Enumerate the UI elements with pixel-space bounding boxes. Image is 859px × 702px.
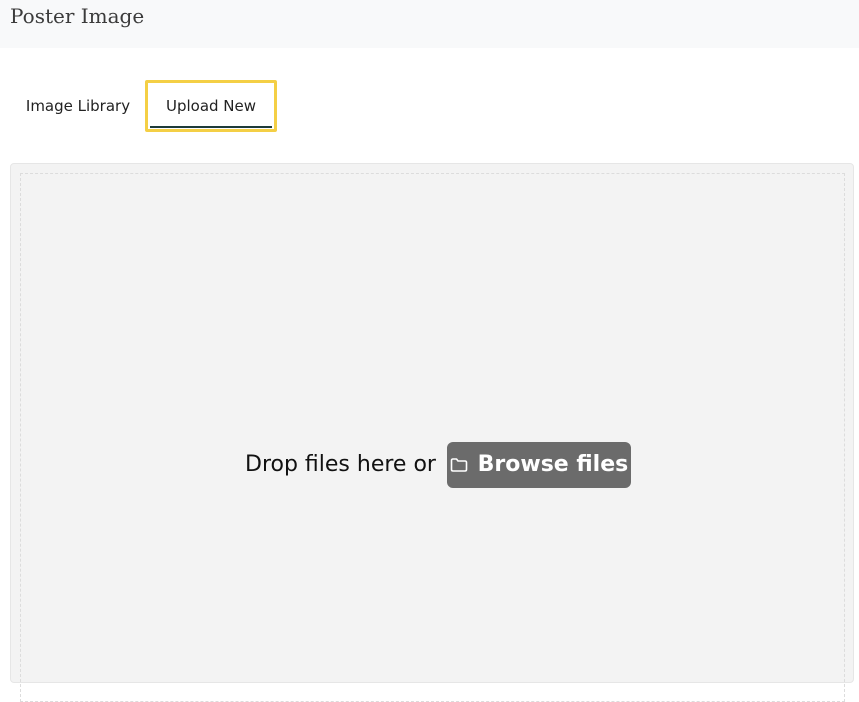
tab-image-library[interactable]: Image Library <box>12 80 144 132</box>
page-title: Poster Image <box>10 4 145 28</box>
browse-files-label: Browse files <box>477 452 629 477</box>
page-header: Poster Image <box>0 0 859 48</box>
tab-label: Upload New <box>165 97 257 115</box>
dropzone-prompt-row: Drop files here or Browse files <box>245 441 631 488</box>
dropzone-dashed-border <box>20 173 845 702</box>
tab-label: Image Library <box>25 97 131 115</box>
upload-dropzone[interactable]: Drop files here or Browse files <box>10 163 854 702</box>
tab-bar: Image Library Upload New <box>0 80 859 132</box>
browse-files-button[interactable]: Browse files <box>446 441 631 488</box>
folder-icon <box>450 457 468 473</box>
active-tab-indicator <box>150 126 272 128</box>
dropzone-prompt-text: Drop files here or <box>245 452 436 477</box>
tab-upload-new[interactable]: Upload New <box>145 80 277 132</box>
